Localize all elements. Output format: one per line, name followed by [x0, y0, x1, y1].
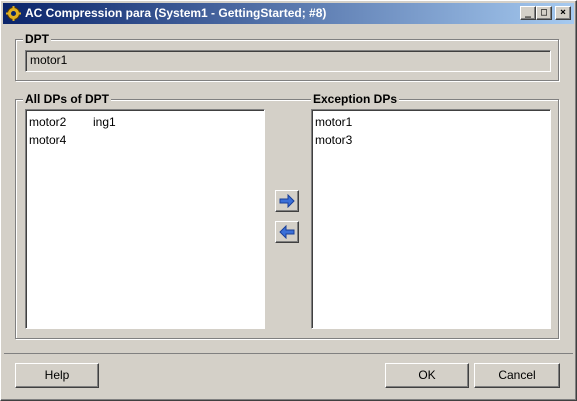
close-button[interactable]: ×: [555, 6, 571, 20]
list-item-label: motor3: [315, 133, 353, 147]
remove-from-exceptions-button[interactable]: [275, 221, 299, 243]
list-item-label: motor1: [315, 115, 353, 129]
window-title: AC Compression para (System1 - GettingSt…: [25, 6, 327, 20]
all-dps-label: All DPs of DPT: [23, 92, 112, 106]
ok-button[interactable]: OK: [385, 363, 469, 388]
list-item[interactable]: motor3: [315, 131, 547, 149]
help-button[interactable]: Help: [15, 363, 99, 388]
dpt-group-label: DPT: [23, 32, 51, 46]
add-to-exceptions-button[interactable]: [275, 190, 299, 212]
cancel-button[interactable]: Cancel: [474, 363, 560, 388]
app-gear-icon: [6, 6, 21, 21]
list-item[interactable]: motor4: [29, 131, 261, 149]
list-item-label: motor2: [29, 115, 67, 129]
title-bar[interactable]: AC Compression para (System1 - GettingSt…: [3, 3, 574, 24]
list-item-label: motor4: [29, 133, 67, 147]
dpt-field[interactable]: motor1: [25, 50, 551, 72]
list-item[interactable]: motor2 ing1: [29, 113, 261, 131]
all-dps-list[interactable]: motor2 ing1 motor4: [25, 109, 265, 329]
dialog-window: AC Compression para (System1 - GettingSt…: [0, 0, 577, 401]
exception-dps-list[interactable]: motor1 motor3: [311, 109, 551, 329]
maximize-button[interactable]: □: [536, 6, 552, 20]
minimize-button[interactable]: _: [520, 6, 536, 20]
list-item-extra: ing1: [93, 115, 116, 129]
exception-dps-label: Exception DPs: [311, 92, 400, 106]
list-item[interactable]: motor1: [315, 113, 547, 131]
